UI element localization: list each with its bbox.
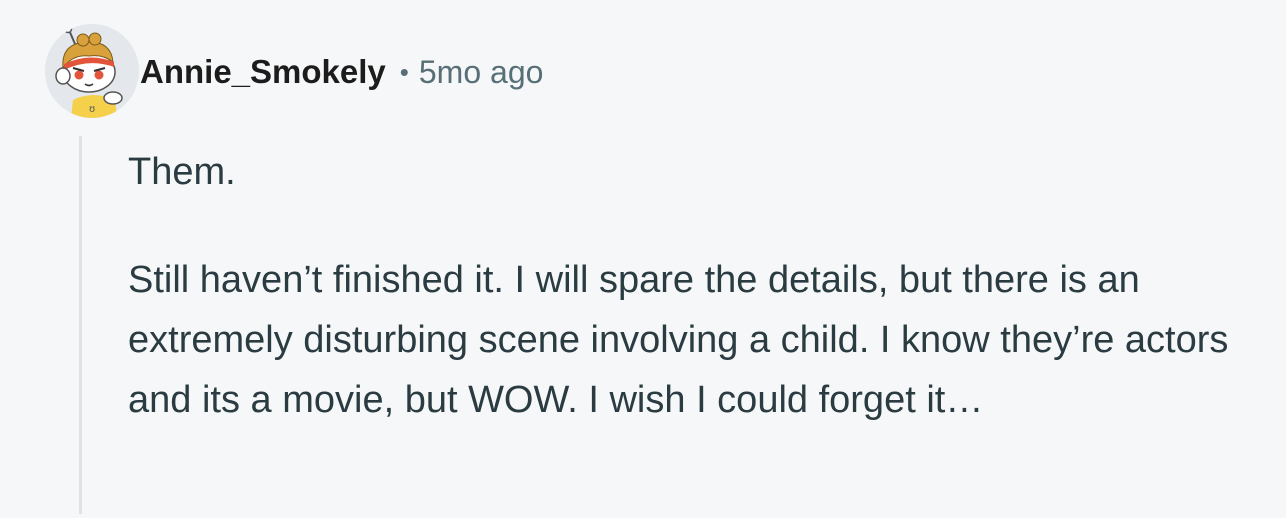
comment-body: Them. Still haven’t finished it. I will …: [128, 142, 1268, 430]
avatar[interactable]: ʊ: [45, 24, 139, 118]
comment-timestamp[interactable]: 5mo ago: [419, 54, 544, 91]
snoo-avatar-icon: ʊ: [45, 24, 139, 118]
author-username[interactable]: Annie_Smokely: [140, 53, 386, 91]
meta-separator: •: [399, 56, 409, 87]
comment-paragraph: Still haven’t finished it. I will spare …: [128, 259, 1229, 421]
comment-header: Annie_Smokely • 5mo ago: [140, 50, 543, 94]
thread-collapse-line[interactable]: [79, 136, 82, 514]
comment-paragraph: Them.: [128, 151, 236, 193]
svg-text:ʊ: ʊ: [89, 104, 95, 115]
comment: ʊ Annie_Smokely • 5mo ago Them. Still ha…: [0, 0, 1286, 518]
